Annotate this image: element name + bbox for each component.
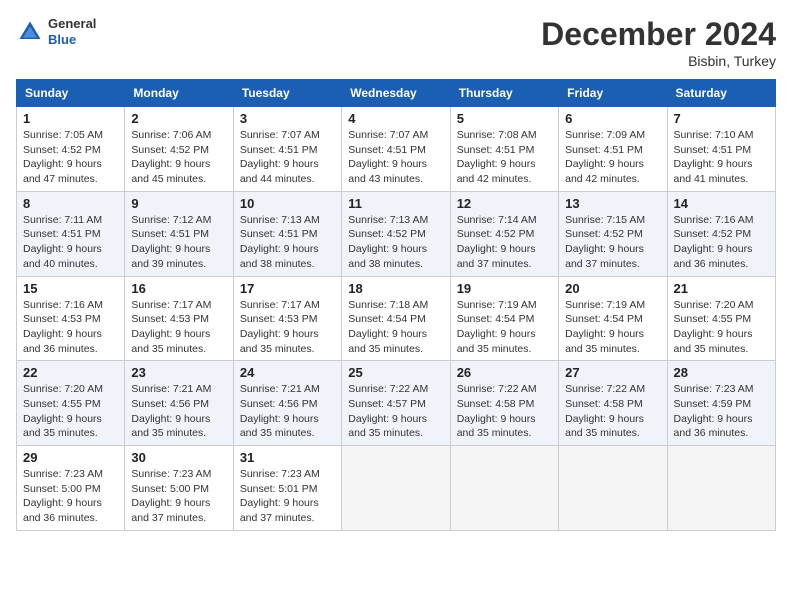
day-info: Sunrise: 7:06 AMSunset: 4:52 PMDaylight:…	[131, 128, 226, 187]
day-info: Sunrise: 7:23 AMSunset: 4:59 PMDaylight:…	[674, 382, 769, 441]
day-num: 30	[131, 450, 226, 465]
day-num: 2	[131, 111, 226, 126]
logo-blue: Blue	[48, 32, 96, 48]
day-info: Sunrise: 7:22 AMSunset: 4:57 PMDaylight:…	[348, 382, 443, 441]
day-info: Sunrise: 7:10 AMSunset: 4:51 PMDaylight:…	[674, 128, 769, 187]
day-num: 14	[674, 196, 769, 211]
day-info: Sunrise: 7:07 AMSunset: 4:51 PMDaylight:…	[240, 128, 335, 187]
day-num: 9	[131, 196, 226, 211]
day-info: Sunrise: 7:20 AMSunset: 4:55 PMDaylight:…	[23, 382, 118, 441]
day-num: 11	[348, 196, 443, 211]
day-info: Sunrise: 7:19 AMSunset: 4:54 PMDaylight:…	[565, 298, 660, 357]
day-num: 25	[348, 365, 443, 380]
day-num: 12	[457, 196, 552, 211]
day-info: Sunrise: 7:13 AMSunset: 4:51 PMDaylight:…	[240, 213, 335, 272]
day-info: Sunrise: 7:20 AMSunset: 4:55 PMDaylight:…	[674, 298, 769, 357]
day-num: 6	[565, 111, 660, 126]
day-num: 19	[457, 281, 552, 296]
day-info: Sunrise: 7:12 AMSunset: 4:51 PMDaylight:…	[131, 213, 226, 272]
calendar: Sunday Monday Tuesday Wednesday Thursday…	[16, 79, 776, 531]
day-info: Sunrise: 7:23 AMSunset: 5:00 PMDaylight:…	[23, 467, 118, 526]
day-num: 15	[23, 281, 118, 296]
col-sunday: Sunday	[17, 80, 125, 107]
day-info: Sunrise: 7:21 AMSunset: 4:56 PMDaylight:…	[131, 382, 226, 441]
title-block: December 2024 Bisbin, Turkey	[541, 16, 776, 69]
day-num: 16	[131, 281, 226, 296]
day-info: Sunrise: 7:23 AMSunset: 5:01 PMDaylight:…	[240, 467, 335, 526]
col-wednesday: Wednesday	[342, 80, 450, 107]
day-info: Sunrise: 7:16 AMSunset: 4:53 PMDaylight:…	[23, 298, 118, 357]
day-num: 8	[23, 196, 118, 211]
day-info: Sunrise: 7:15 AMSunset: 4:52 PMDaylight:…	[565, 213, 660, 272]
day-num: 24	[240, 365, 335, 380]
day-num: 26	[457, 365, 552, 380]
logo-icon	[16, 18, 44, 46]
col-monday: Monday	[125, 80, 233, 107]
day-info: Sunrise: 7:11 AMSunset: 4:51 PMDaylight:…	[23, 213, 118, 272]
day-info: Sunrise: 7:05 AMSunset: 4:52 PMDaylight:…	[23, 128, 118, 187]
day-num: 5	[457, 111, 552, 126]
day-num: 10	[240, 196, 335, 211]
day-num: 3	[240, 111, 335, 126]
day-num: 1	[23, 111, 118, 126]
logo-general: General	[48, 16, 96, 32]
day-info: Sunrise: 7:17 AMSunset: 4:53 PMDaylight:…	[240, 298, 335, 357]
calendar-header-row: Sunday Monday Tuesday Wednesday Thursday…	[17, 80, 776, 107]
day-num: 4	[348, 111, 443, 126]
day-num: 20	[565, 281, 660, 296]
day-info: Sunrise: 7:18 AMSunset: 4:54 PMDaylight:…	[348, 298, 443, 357]
col-tuesday: Tuesday	[233, 80, 341, 107]
day-num: 23	[131, 365, 226, 380]
day-info: Sunrise: 7:08 AMSunset: 4:51 PMDaylight:…	[457, 128, 552, 187]
day-info: Sunrise: 7:21 AMSunset: 4:56 PMDaylight:…	[240, 382, 335, 441]
col-saturday: Saturday	[667, 80, 775, 107]
day-num: 17	[240, 281, 335, 296]
day-info: Sunrise: 7:13 AMSunset: 4:52 PMDaylight:…	[348, 213, 443, 272]
day-info: Sunrise: 7:09 AMSunset: 4:51 PMDaylight:…	[565, 128, 660, 187]
day-num: 21	[674, 281, 769, 296]
day-num: 22	[23, 365, 118, 380]
col-thursday: Thursday	[450, 80, 558, 107]
day-info: Sunrise: 7:14 AMSunset: 4:52 PMDaylight:…	[457, 213, 552, 272]
day-num: 18	[348, 281, 443, 296]
day-num: 31	[240, 450, 335, 465]
page-header: General Blue December 2024 Bisbin, Turke…	[16, 16, 776, 69]
day-num: 7	[674, 111, 769, 126]
day-info: Sunrise: 7:22 AMSunset: 4:58 PMDaylight:…	[565, 382, 660, 441]
day-info: Sunrise: 7:19 AMSunset: 4:54 PMDaylight:…	[457, 298, 552, 357]
day-info: Sunrise: 7:16 AMSunset: 4:52 PMDaylight:…	[674, 213, 769, 272]
location: Bisbin, Turkey	[541, 53, 776, 69]
logo-text: General Blue	[48, 16, 96, 47]
day-info: Sunrise: 7:23 AMSunset: 5:00 PMDaylight:…	[131, 467, 226, 526]
day-num: 28	[674, 365, 769, 380]
day-info: Sunrise: 7:17 AMSunset: 4:53 PMDaylight:…	[131, 298, 226, 357]
day-info: Sunrise: 7:22 AMSunset: 4:58 PMDaylight:…	[457, 382, 552, 441]
day-num: 13	[565, 196, 660, 211]
day-num: 27	[565, 365, 660, 380]
col-friday: Friday	[559, 80, 667, 107]
day-num: 29	[23, 450, 118, 465]
logo: General Blue	[16, 16, 96, 47]
day-info: Sunrise: 7:07 AMSunset: 4:51 PMDaylight:…	[348, 128, 443, 187]
month-title: December 2024	[541, 16, 776, 53]
